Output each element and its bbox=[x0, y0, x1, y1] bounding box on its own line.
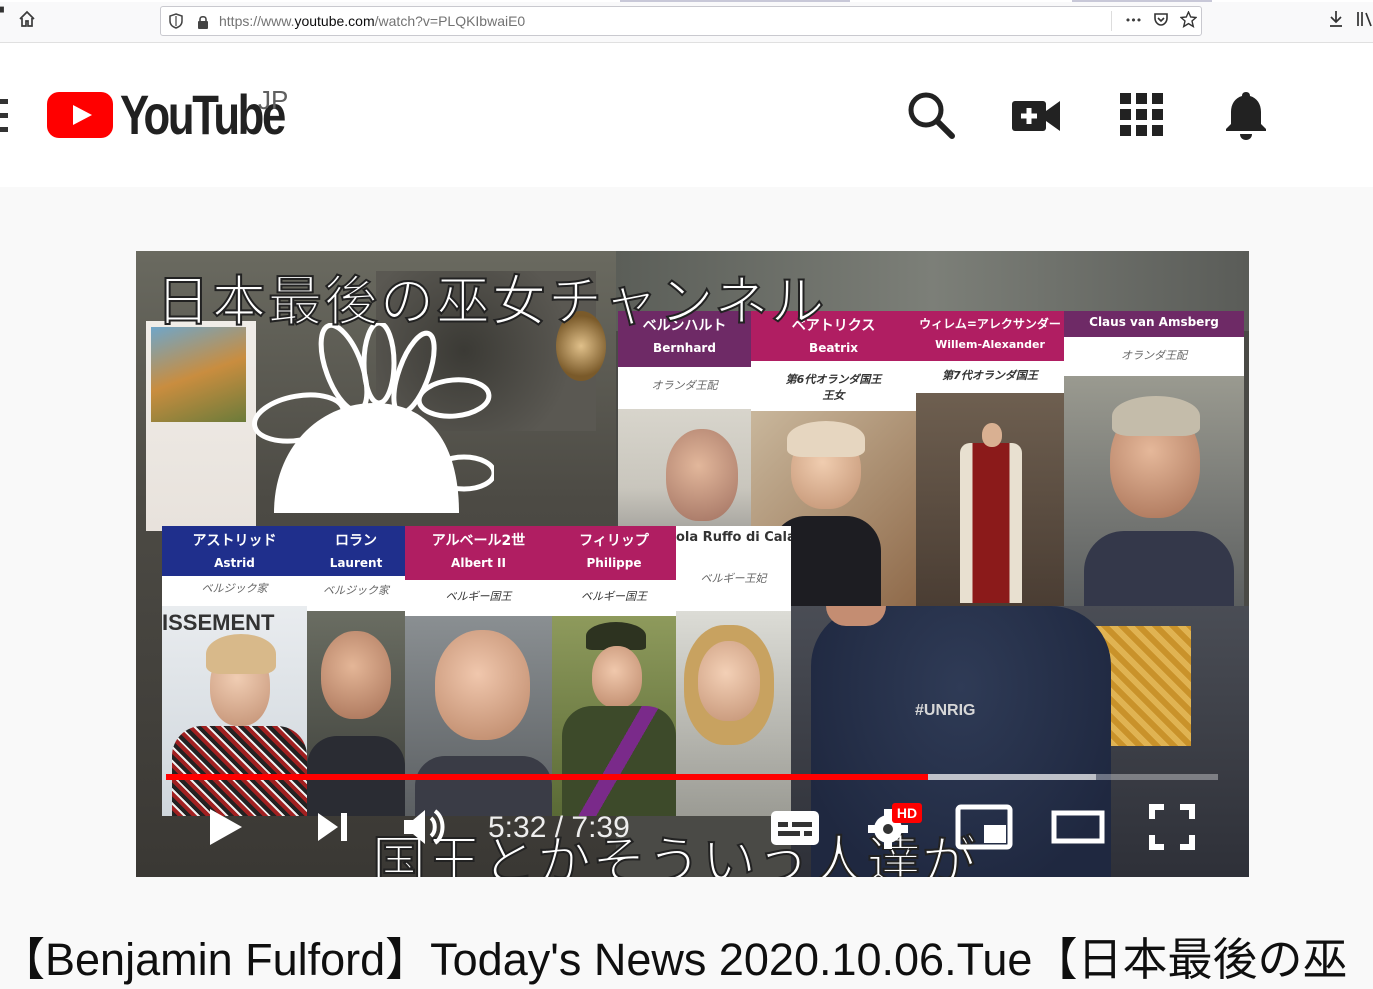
apps-grid-icon[interactable] bbox=[1116, 89, 1168, 141]
tab-indicator bbox=[620, 0, 850, 2]
hamburger-menu-icon[interactable] bbox=[0, 99, 8, 133]
tab-indicator bbox=[1072, 0, 1212, 2]
flower-doodle-image bbox=[252, 323, 494, 513]
page-actions-menu-icon[interactable]: ••• bbox=[1123, 11, 1143, 31]
video-title: 【Benjamin Fulford】Today's News 2020.10.0… bbox=[0, 934, 1348, 985]
lock-icon[interactable] bbox=[197, 14, 209, 29]
time-display: 5:32 / 7:39 bbox=[488, 811, 630, 844]
progress-played[interactable] bbox=[166, 774, 928, 780]
window-corner-mark: ▘ bbox=[0, 8, 8, 19]
region-code: JP bbox=[258, 85, 289, 115]
card-astrid: アストリッド Astrid ベルジック家 ISSEMENT bbox=[162, 526, 307, 816]
pocket-icon[interactable] bbox=[1151, 11, 1171, 31]
subtitles-icon[interactable] bbox=[768, 803, 822, 851]
card-paola: ola Ruffo di Calal ベルギー王妃 bbox=[676, 526, 791, 816]
card-philippe: フィリップ Philippe ベルギー国王 bbox=[552, 526, 676, 816]
download-icon[interactable] bbox=[1326, 10, 1346, 32]
settings-gear-icon[interactable]: HD bbox=[866, 803, 924, 851]
video-player[interactable]: ベルンハルト Bernhard オランダ王配 ベアトリクス Beatrix 第6… bbox=[136, 251, 1249, 877]
urlbar-separator bbox=[1111, 11, 1112, 31]
bookmark-star-icon[interactable] bbox=[1178, 10, 1198, 31]
fullscreen-icon[interactable] bbox=[1148, 803, 1196, 851]
notifications-bell-icon[interactable] bbox=[1220, 89, 1272, 141]
library-icon[interactable] bbox=[1356, 10, 1373, 32]
youtube-logo-icon[interactable] bbox=[47, 92, 113, 138]
tracking-shield-icon[interactable] bbox=[169, 13, 183, 29]
card-laurent: ロラン Laurent ベルジック家 bbox=[307, 526, 405, 816]
hd-badge: HD bbox=[897, 805, 917, 821]
home-icon[interactable] bbox=[16, 10, 38, 32]
tab-strip-edge bbox=[0, 0, 1373, 2]
search-icon[interactable] bbox=[905, 89, 957, 141]
sign-text: ISSEMENT bbox=[162, 610, 275, 635]
channel-title-overlay: 日本最後の巫女チャンネル bbox=[155, 269, 827, 334]
url-text[interactable]: https://www.youtube.com/watch?v=PLQKIbwa… bbox=[219, 13, 525, 29]
volume-icon[interactable] bbox=[400, 803, 452, 851]
next-icon[interactable] bbox=[312, 803, 352, 851]
card-albert-ii: アルベール2世 Albert II ベルギー国王 bbox=[405, 526, 552, 816]
miniplayer-icon[interactable] bbox=[954, 803, 1014, 851]
browser-toolbar: ▘ https://www.youtube.com/watch?v=PLQKIb… bbox=[0, 0, 1373, 43]
shirt-text: #UNRIG bbox=[915, 702, 976, 719]
youtube-masthead: YouTube JP bbox=[0, 43, 1373, 187]
card-claus-van-amsberg: Claus van Amsberg オランダ王配 bbox=[1064, 311, 1244, 606]
play-icon[interactable] bbox=[204, 803, 248, 851]
card-willem-alexander: ウィレム=アレクサンダー Willem-Alexander 第7代オランダ国王 bbox=[916, 311, 1064, 606]
address-bar[interactable]: https://www.youtube.com/watch?v=PLQKIbwa… bbox=[160, 6, 1202, 36]
create-video-icon[interactable] bbox=[1010, 89, 1062, 141]
theater-mode-icon[interactable] bbox=[1050, 803, 1106, 851]
